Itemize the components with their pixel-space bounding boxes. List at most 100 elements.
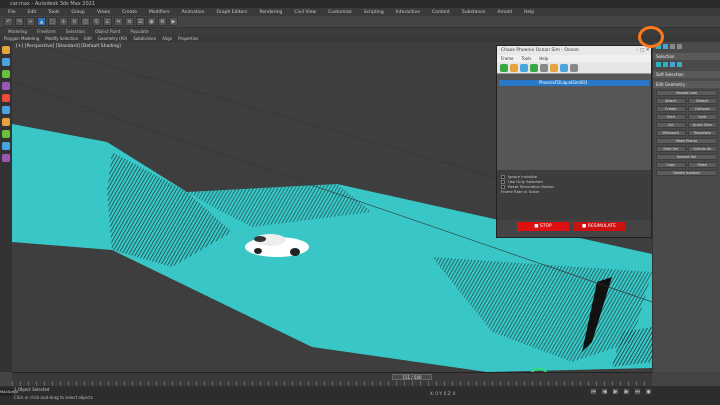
menu-interactive[interactable]: Interactive	[396, 10, 420, 15]
motion-icon[interactable]	[2, 94, 10, 102]
checkbox-icon[interactable]	[501, 174, 505, 179]
stop-button[interactable]: ■ STOP	[517, 222, 569, 231]
resimulate-button[interactable]: ■ RESIMULATE	[573, 222, 625, 231]
layer-icon[interactable]: ☰	[136, 17, 145, 26]
redo-icon[interactable]: ↷	[15, 17, 24, 26]
chaos-menu-tools[interactable]: Tools	[521, 56, 531, 61]
msmooth-button[interactable]: MSmooth	[656, 130, 686, 136]
undo-icon[interactable]: ↶	[4, 17, 13, 26]
snap-icon[interactable]: ⚲	[92, 17, 101, 26]
tab-modeling[interactable]: Modeling	[8, 29, 27, 34]
chaos-menu-frame[interactable]: Frame	[501, 56, 513, 61]
tessellate-button[interactable]: Tessellate	[687, 130, 717, 136]
scale-icon[interactable]: ◫	[81, 17, 90, 26]
ribbon-align[interactable]: Align	[162, 36, 172, 41]
chaos-menu-help[interactable]: Help	[539, 56, 548, 61]
edit-geometry-head[interactable]: Edit Geometry	[653, 81, 720, 88]
scene-explorer-icon[interactable]	[2, 46, 10, 54]
unhide-all-button[interactable]: Unhide All	[687, 146, 717, 152]
menu-customize[interactable]: Customize	[328, 10, 352, 15]
menu-help[interactable]: Help	[524, 10, 534, 15]
motion-tab-icon[interactable]	[677, 44, 682, 49]
chaos-title-bar[interactable]: Chaos Phoenix Ocean Sim - Ocean – □ ✕	[497, 46, 651, 55]
render-setup-icon[interactable]: ⚙	[158, 17, 167, 26]
menu-substance[interactable]: Substance	[462, 10, 486, 15]
tab-object-paint[interactable]: Object Paint	[95, 29, 120, 34]
go-to-start-icon[interactable]: ⏮	[590, 388, 597, 395]
hierarchy-icon[interactable]	[2, 82, 10, 90]
menu-content[interactable]: Content	[432, 10, 450, 15]
cut-button[interactable]: Cut	[656, 122, 686, 128]
menu-views[interactable]: Views	[97, 10, 110, 15]
info-icon[interactable]	[570, 63, 578, 72]
go-to-end-icon[interactable]: ⏭	[634, 388, 641, 395]
collapse-button[interactable]: Collapse	[687, 106, 717, 112]
coordinate-display[interactable]: X: 0 Y: 0 Z: 0	[430, 391, 455, 396]
menu-create[interactable]: Create	[122, 10, 137, 15]
ribbon-geometry[interactable]: Geometry (All)	[98, 36, 127, 41]
list-item[interactable]: PhoenixFDLiquidSim001	[499, 80, 649, 86]
select-region-icon[interactable]: ▢	[48, 17, 57, 26]
quick-slice-button[interactable]: Quick Slice	[687, 122, 717, 128]
soft-selection-head[interactable]: Soft Selection	[653, 71, 720, 78]
cache-icon[interactable]	[530, 63, 538, 72]
next-frame-icon[interactable]: ▶	[623, 388, 630, 395]
modify-icon[interactable]	[2, 70, 10, 78]
named-sel-button[interactable]: Named Sel	[656, 154, 717, 160]
timeline[interactable]: 151 / 500	[12, 372, 652, 387]
preview-icon[interactable]	[520, 63, 528, 72]
utilities-icon[interactable]	[2, 118, 10, 126]
start-icon[interactable]	[500, 63, 508, 72]
prev-frame-icon[interactable]: ◀	[601, 388, 608, 395]
menu-group[interactable]: Group	[71, 10, 85, 15]
tab-populate[interactable]: Populate	[130, 29, 148, 34]
key-mode-icon[interactable]: ◆	[645, 388, 652, 395]
tab-selection[interactable]: Selection	[66, 29, 85, 34]
menu-tools[interactable]: Tools	[48, 10, 59, 15]
detach-button[interactable]: Detach	[687, 98, 717, 104]
slice-button[interactable]: Slice	[656, 114, 686, 120]
ribbon-subdivision[interactable]: Subdivision	[133, 36, 156, 41]
xref-icon[interactable]	[2, 154, 10, 162]
render-icon[interactable]: ▶	[169, 17, 178, 26]
checkbox-icon[interactable]	[501, 179, 505, 184]
modify-tab-icon[interactable]	[663, 44, 668, 49]
attach-button[interactable]: Attach	[656, 98, 686, 104]
menu-graph-editors[interactable]: Graph Editors	[217, 10, 248, 15]
delete-isolated-button[interactable]: Delete Isolated	[656, 170, 717, 176]
ribbon-polygon-modeling[interactable]: Polygon Modeling	[4, 36, 39, 41]
menu-rendering[interactable]: Rendering	[259, 10, 282, 15]
menu-edit[interactable]: Edit	[28, 10, 37, 15]
create-button[interactable]: Create	[656, 106, 686, 112]
menu-animation[interactable]: Animation	[182, 10, 205, 15]
tab-freeform[interactable]: Freeform	[37, 29, 56, 34]
align-icon[interactable]: ≡	[125, 17, 134, 26]
ribbon-edit[interactable]: Edit	[84, 36, 92, 41]
move-icon[interactable]: ✛	[59, 17, 68, 26]
selection-head[interactable]: Selection	[653, 53, 720, 60]
material-editor-icon[interactable]: ◉	[147, 17, 156, 26]
menu-modifiers[interactable]: Modifiers	[149, 10, 170, 15]
hierarchy-tab-icon[interactable]	[670, 44, 675, 49]
repeat-last-button[interactable]: Repeat Last	[656, 90, 717, 96]
container-icon[interactable]	[2, 142, 10, 150]
layer-explorer-icon[interactable]	[2, 130, 10, 138]
menu-civil-view[interactable]: Civil View	[294, 10, 316, 15]
select-icon[interactable]: ▲	[37, 17, 46, 26]
resume-icon[interactable]	[510, 63, 518, 72]
ribbon-modify-selection[interactable]: Modify Selection	[45, 36, 78, 41]
menu-arnold[interactable]: Arnold	[497, 10, 512, 15]
mirror-icon[interactable]: ⇋	[114, 17, 123, 26]
make-planar-button[interactable]: Make Planar	[656, 138, 717, 144]
menu-file[interactable]: File	[8, 10, 16, 15]
time-slider[interactable]: 151 / 500	[392, 374, 432, 380]
hide-sel-button[interactable]: Hide Sel	[656, 146, 686, 152]
folder-icon[interactable]	[550, 63, 558, 72]
export-icon[interactable]	[560, 63, 568, 72]
copy-button[interactable]: Copy	[656, 162, 686, 168]
link-icon[interactable]: ∞	[26, 17, 35, 26]
split-button[interactable]: Split	[687, 114, 717, 120]
angle-snap-icon[interactable]: ∠	[103, 17, 112, 26]
display-icon[interactable]	[2, 106, 10, 114]
play-icon[interactable]: ▶	[612, 388, 619, 395]
